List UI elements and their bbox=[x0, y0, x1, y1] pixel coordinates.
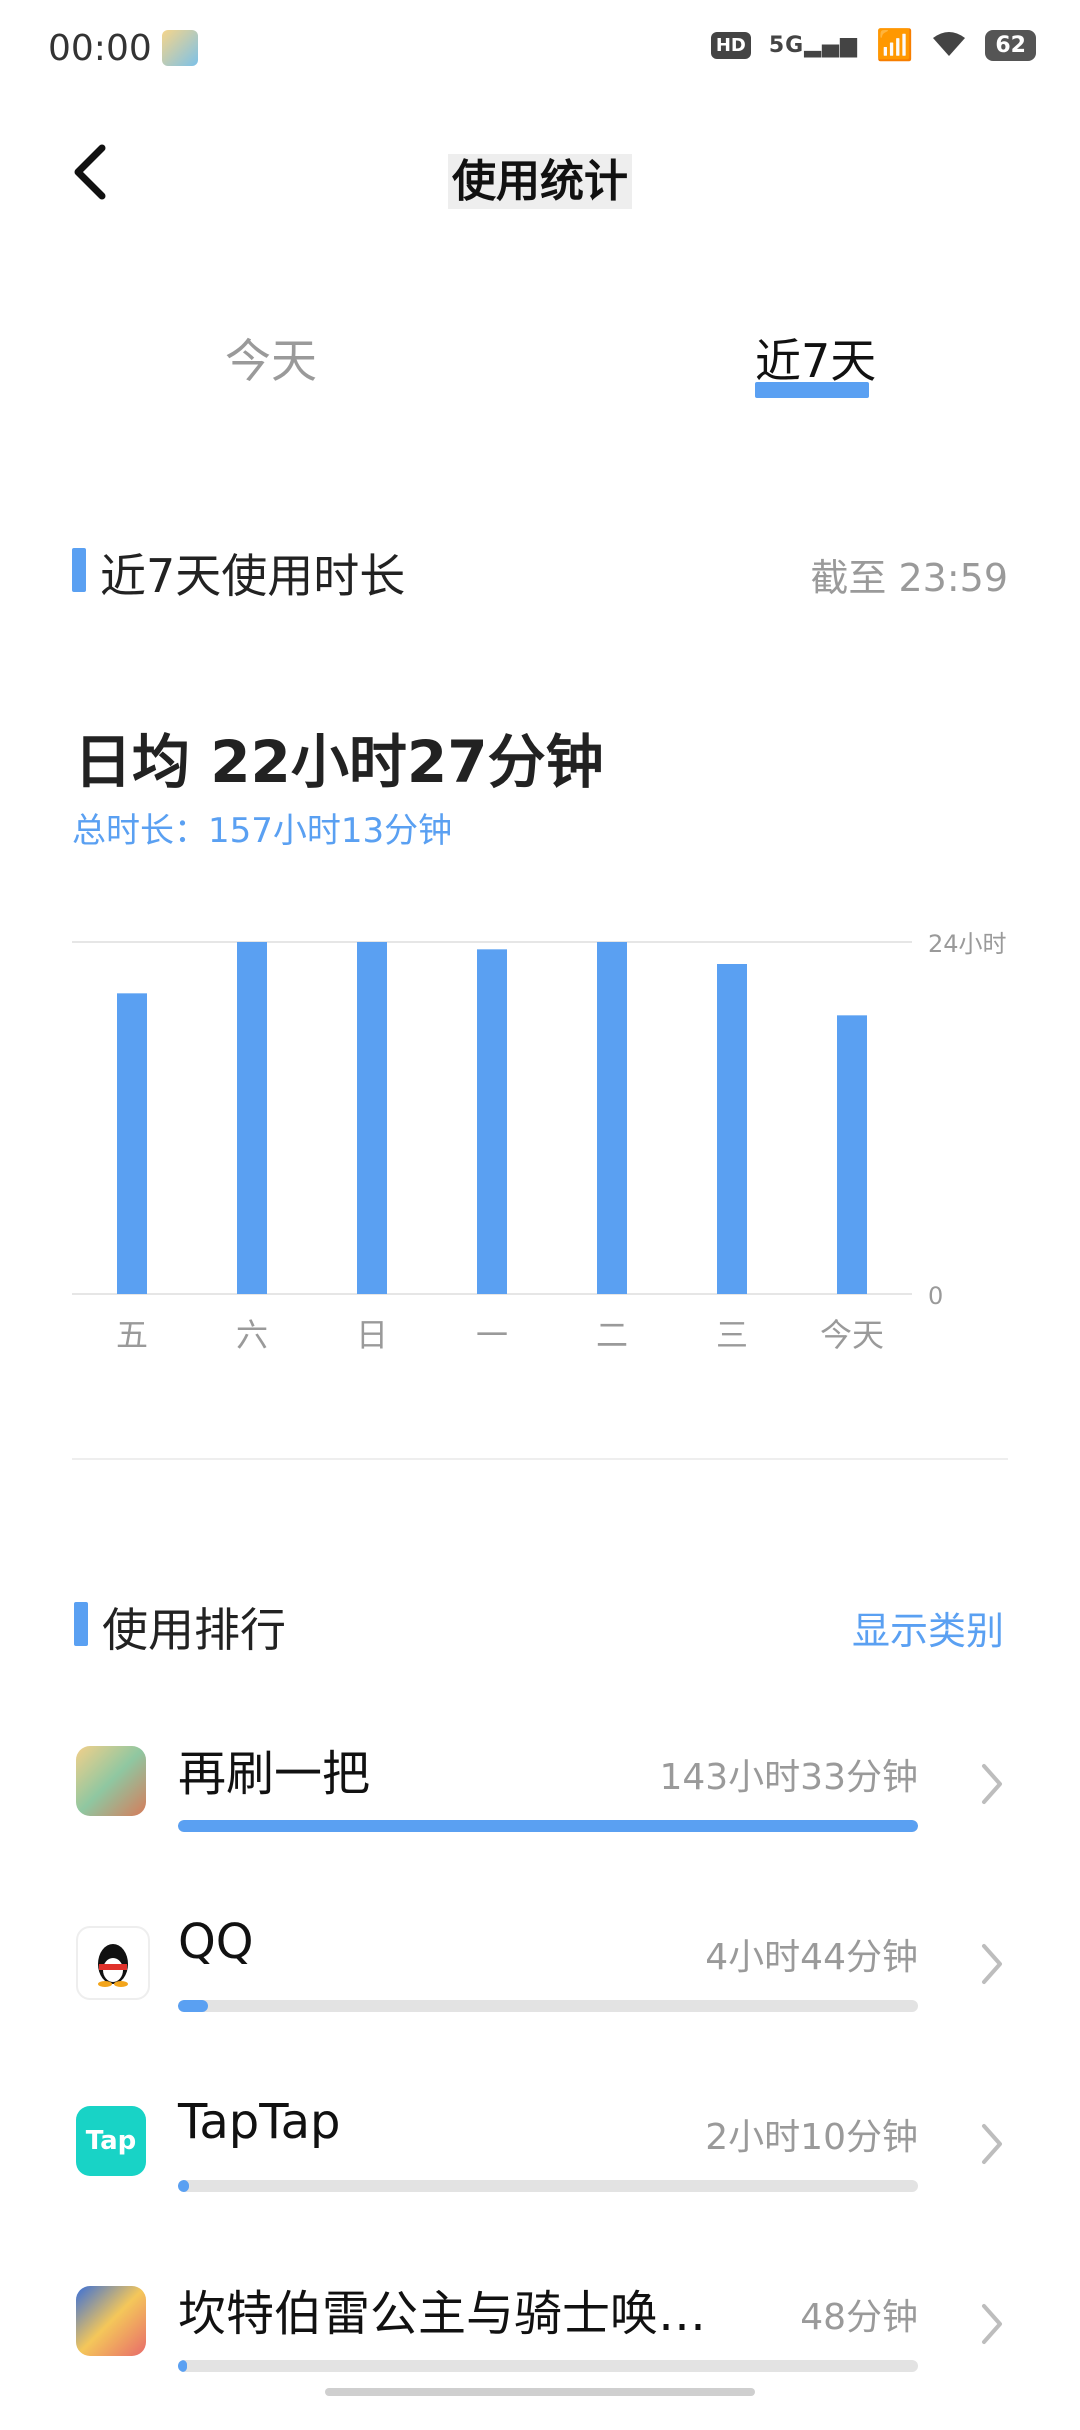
usage-progress-track bbox=[178, 2000, 918, 2012]
chart-bar bbox=[837, 1015, 867, 1294]
chevron-right-icon bbox=[980, 1942, 1004, 1990]
total-duration: 总时长：157小时13分钟 bbox=[72, 811, 453, 851]
chart-bar bbox=[477, 949, 507, 1294]
wifi-icon bbox=[931, 30, 967, 62]
section-accent bbox=[72, 548, 86, 592]
show-categories-button[interactable]: 显示类别 bbox=[852, 1600, 1004, 1655]
app-usage-time: 2小时10分钟 bbox=[705, 2117, 918, 2158]
qq-penguin-icon bbox=[76, 1926, 150, 2000]
usage-section-title: 近7天使用时长 bbox=[100, 549, 406, 603]
chevron-right-icon bbox=[980, 2122, 1004, 2170]
app-usage-time: 143小时33分钟 bbox=[659, 1757, 918, 1798]
home-indicator[interactable] bbox=[325, 2388, 755, 2396]
chart-bar bbox=[357, 942, 387, 1294]
section-accent bbox=[74, 1602, 88, 1646]
chart-bar bbox=[117, 993, 147, 1294]
usage-progress-fill bbox=[178, 2360, 187, 2372]
page-title: 使用统计 bbox=[0, 145, 1080, 209]
tab-today[interactable]: 今天 bbox=[225, 325, 317, 391]
ranking-row[interactable]: QQ 4小时44分钟 bbox=[0, 1914, 1080, 2070]
chart-bar bbox=[717, 964, 747, 1294]
status-icons: HD 5G▂▄▆ 📶 62 bbox=[710, 28, 1036, 63]
ranking-section-title: 使用排行 bbox=[102, 1603, 286, 1657]
x-tick-label: 一 bbox=[476, 1316, 508, 1354]
ranking-row[interactable]: Tap TapTap 2小时10分钟 bbox=[0, 2094, 1080, 2250]
usage-progress-track bbox=[178, 1820, 918, 1832]
usage-progress-track bbox=[178, 2180, 918, 2192]
app-usage-time: 48分钟 bbox=[800, 2297, 918, 2338]
usage-bar-chart: 24小时 0 五 六 日 一 二 三 今天 bbox=[72, 930, 1007, 1354]
app-name: TapTap bbox=[178, 2094, 341, 2150]
usage-progress-fill bbox=[178, 2000, 208, 2012]
ranking-row[interactable]: 坎特伯雷公主与骑士唤… 48分钟 bbox=[0, 2280, 1080, 2430]
tab-active-indicator bbox=[755, 382, 869, 398]
game-princess-icon bbox=[76, 2286, 146, 2356]
y-tick-label: 24小时 bbox=[928, 930, 1007, 958]
hd-icon: HD bbox=[710, 32, 751, 59]
x-tick-label: 六 bbox=[236, 1316, 268, 1354]
app-name: 再刷一把 bbox=[178, 1746, 371, 1802]
taptap-icon: Tap bbox=[76, 2106, 146, 2176]
x-tick-label: 三 bbox=[716, 1316, 748, 1354]
notification-app-icon bbox=[162, 30, 198, 66]
x-tick-label: 二 bbox=[596, 1316, 628, 1354]
signal-icon: 📶 bbox=[876, 28, 914, 63]
app-usage-time: 4小时44分钟 bbox=[705, 1937, 918, 1978]
ranking-row[interactable]: 再刷一把 143小时33分钟 bbox=[0, 1740, 1080, 1890]
x-tick-label: 日 bbox=[356, 1316, 388, 1354]
status-time: 00:00 bbox=[48, 28, 152, 69]
usage-progress-fill bbox=[178, 1820, 918, 1832]
chart-bar bbox=[597, 942, 627, 1294]
game-icon bbox=[76, 1746, 146, 1816]
chart-bar bbox=[237, 942, 267, 1294]
signal-5g-icon: 5G▂▄▆ bbox=[768, 33, 859, 58]
chevron-right-icon bbox=[980, 1762, 1004, 1810]
daily-average: 日均 22小时27分钟 bbox=[74, 728, 604, 796]
battery-icon: 62 bbox=[985, 30, 1036, 61]
divider bbox=[72, 1458, 1008, 1460]
taptap-icon-text: Tap bbox=[85, 2126, 137, 2156]
app-name: QQ bbox=[178, 1914, 254, 1970]
x-tick-label: 五 bbox=[116, 1316, 148, 1354]
y-tick-label: 0 bbox=[928, 1282, 943, 1310]
cutoff-time: 截至 23:59 bbox=[810, 556, 1008, 600]
x-tick-label: 今天 bbox=[820, 1316, 884, 1354]
chevron-right-icon bbox=[980, 2302, 1004, 2350]
usage-progress-fill bbox=[178, 2180, 190, 2192]
usage-progress-track bbox=[178, 2360, 918, 2372]
